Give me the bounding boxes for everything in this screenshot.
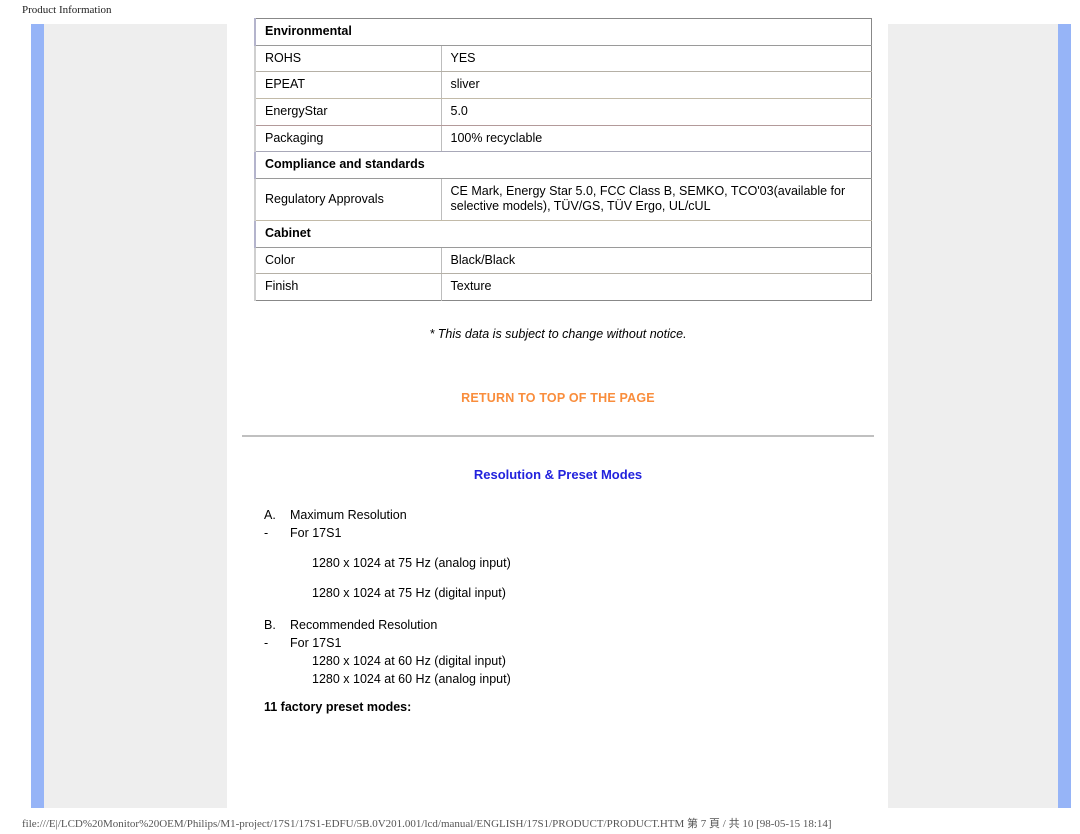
spec-value: 100% recyclable: [440, 125, 872, 153]
status-bar-url: file:///E|/LCD%20Monitor%20OEM/Philips/M…: [22, 818, 832, 830]
list-marker: -: [264, 635, 269, 650]
spec-value: CE Mark, Energy Star 5.0, FCC Class B, S…: [440, 178, 872, 222]
table-row: EPEAT sliver: [254, 71, 872, 99]
spec-label: EnergyStar: [254, 98, 442, 126]
list-item: B. Recommended Resolution: [264, 618, 874, 632]
page-title: Product Information: [22, 4, 112, 16]
table-section-header-row: Cabinet: [254, 220, 872, 248]
resolution-preset-modes-heading: Resolution & Preset Modes: [473, 466, 643, 482]
spec-value: Texture: [440, 273, 872, 301]
left-panel-accent-bar: [31, 24, 44, 808]
list-marker: A.: [264, 507, 276, 522]
spec-label: EPEAT: [254, 71, 442, 99]
list-text: Recommended Resolution: [290, 617, 438, 632]
section-heading-compliance: Compliance and standards: [254, 151, 872, 179]
list-text: For 17S1: [290, 635, 342, 650]
spec-value: YES: [440, 45, 872, 73]
main-content: Environmental ROHS YES EPEAT sliver Ener…: [242, 18, 874, 714]
specifications-table: Environmental ROHS YES EPEAT sliver Ener…: [254, 18, 872, 301]
list-marker: B.: [264, 617, 276, 632]
resolution-line: 1280 x 1024 at 60 Hz (digital input): [312, 653, 506, 668]
spec-value: sliver: [440, 71, 872, 99]
table-row: ROHS YES: [254, 45, 872, 73]
table-row: Color Black/Black: [254, 247, 872, 275]
table-row: EnergyStar 5.0: [254, 98, 872, 126]
right-sidebar-panel: [888, 24, 1071, 808]
spec-label: Finish: [254, 273, 442, 301]
list-text: Maximum Resolution: [290, 507, 407, 522]
spec-label: Color: [254, 247, 442, 275]
spec-label: Regulatory Approvals: [254, 178, 442, 222]
return-to-top-container: RETURN TO TOP OF THE PAGE: [242, 389, 874, 407]
list-item: - For 17S1: [264, 526, 874, 540]
spec-label: Packaging: [254, 125, 442, 153]
list-item: - For 17S1: [264, 636, 874, 650]
table-row: Regulatory Approvals CE Mark, Energy Sta…: [254, 178, 872, 222]
spec-value: 5.0: [440, 98, 872, 126]
right-panel-body: [888, 24, 1058, 808]
section-heading-environmental: Environmental: [254, 18, 872, 46]
resolution-line: 1280 x 1024 at 75 Hz (digital input): [312, 585, 506, 600]
table-row: Finish Texture: [254, 273, 872, 301]
left-navigation-panel: [31, 24, 227, 808]
table-section-header-row: Environmental: [254, 18, 872, 46]
right-panel-accent-bar: [1058, 24, 1071, 808]
resolution-line: 1280 x 1024 at 75 Hz (analog input): [312, 555, 511, 570]
spec-label: ROHS: [254, 45, 442, 73]
section-heading-cabinet: Cabinet: [254, 220, 872, 248]
resolution-details: A. Maximum Resolution - For 17S1 1280 x …: [264, 508, 874, 714]
status-bar: file:///E|/LCD%20Monitor%20OEM/Philips/M…: [0, 814, 1080, 834]
list-item: A. Maximum Resolution: [264, 508, 874, 522]
resolution-line: 1280 x 1024 at 60 Hz (analog input): [312, 671, 511, 686]
factory-preset-modes-heading: 11 factory preset modes:: [264, 699, 412, 714]
list-text: For 17S1: [290, 525, 342, 540]
return-to-top-link[interactable]: RETURN TO TOP OF THE PAGE: [461, 391, 655, 405]
section-divider: [242, 434, 874, 437]
left-panel-body: [44, 24, 227, 808]
list-marker: -: [264, 525, 269, 540]
spec-value: Black/Black: [440, 247, 872, 275]
data-change-footnote: * This data is subject to change without…: [429, 326, 687, 341]
table-row: Packaging 100% recyclable: [254, 125, 872, 153]
table-section-header-row: Compliance and standards: [254, 151, 872, 179]
